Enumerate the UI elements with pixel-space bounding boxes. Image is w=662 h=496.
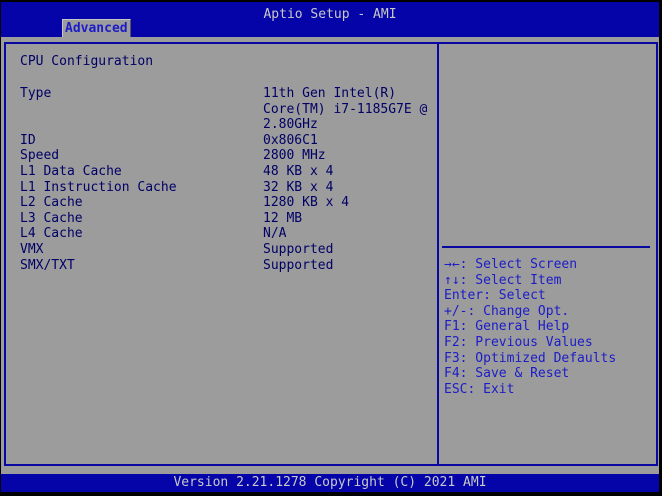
key-legend-line: F1: General Help [444, 319, 570, 335]
panel-heading: CPU Configuration [20, 54, 154, 69]
setting-label: L3 Cache [20, 210, 83, 226]
version-text: Version 2.21.1278 Copyright (C) 2021 AMI [173, 475, 487, 490]
setting-label: Type [20, 85, 52, 101]
help-panel: →←: Select Screen ↑↓: Select Item Enter: S… [439, 44, 656, 464]
tab-advanced[interactable]: Advanced [62, 19, 131, 37]
cpu-configuration-panel: CPU Configuration Type 11th Gen Intel(R) … [6, 44, 439, 464]
setting-row: L1 Instruction Cache 32 KB x 4 [20, 180, 437, 196]
key-legend-line: +/-: Change Opt. [444, 303, 570, 319]
key-legend-line: F4: Save & Reset [444, 366, 570, 382]
settings-list: Type 11th Gen Intel(R) Core(TM) i7-1185G7… [20, 86, 437, 273]
key-legend: →←: Select Screen ↑↓: Select Item Enter: S… [444, 257, 655, 397]
setting-value: 11th Gen Intel(R) Core(TM) i7-1185G7E @ … [263, 85, 428, 133]
key-legend-line: F3: Optimized Defaults [444, 350, 617, 366]
body-area: CPU Configuration Type 11th Gen Intel(R) … [1, 37, 659, 474]
setting-value: 48 KB x 4 [263, 163, 334, 179]
key-legend-line: Enter: Select [444, 288, 546, 304]
setting-value: 0x806C1 [263, 132, 318, 148]
key-legend-line: ↑↓: Select Item [444, 272, 562, 288]
setting-row: VMX Supported [20, 242, 437, 258]
setting-row: L3 Cache 12 MB [20, 211, 437, 227]
setting-value: 2800 MHz [263, 148, 326, 164]
setting-row: Speed 2800 MHz [20, 148, 437, 164]
key-legend-line: F2: Previous Values [444, 334, 593, 350]
setting-label: L2 Cache [20, 195, 83, 211]
setting-value: N/A [263, 226, 287, 242]
footer-bar: Version 2.21.1278 Copyright (C) 2021 AMI [1, 474, 659, 492]
setting-row: Type 11th Gen Intel(R) Core(TM) i7-1185G7… [20, 86, 437, 133]
header-bar: Aptio Setup - AMI Advanced [1, 2, 659, 37]
setting-row: ID 0x806C1 [20, 133, 437, 149]
setting-value: Supported [263, 257, 334, 273]
setting-label: L4 Cache [20, 226, 83, 242]
setting-label: VMX [20, 241, 44, 257]
key-legend-line: →←: Select Screen [444, 257, 578, 272]
key-legend-line: ESC: Exit [444, 381, 515, 397]
main-box: CPU Configuration Type 11th Gen Intel(R) … [4, 42, 658, 466]
setting-label: ID [20, 132, 36, 148]
setting-label: Speed [20, 148, 60, 164]
setting-row: L1 Data Cache 48 KB x 4 [20, 164, 437, 180]
setting-row: L2 Cache 1280 KB x 4 [20, 195, 437, 211]
help-divider [442, 246, 650, 248]
setting-label: SMX/TXT [20, 257, 75, 273]
setting-value: 12 MB [263, 210, 303, 226]
setting-value: 1280 KB x 4 [263, 195, 350, 211]
setting-label: L1 Data Cache [20, 163, 122, 179]
setting-value: 32 KB x 4 [263, 179, 334, 195]
setting-row: SMX/TXT Supported [20, 258, 437, 274]
setting-value: Supported [263, 241, 334, 257]
setting-row: L4 Cache N/A [20, 226, 437, 242]
bios-setup-screen: Aptio Setup - AMI Advanced CPU Configura… [0, 0, 662, 496]
setting-label: L1 Instruction Cache [20, 179, 177, 195]
